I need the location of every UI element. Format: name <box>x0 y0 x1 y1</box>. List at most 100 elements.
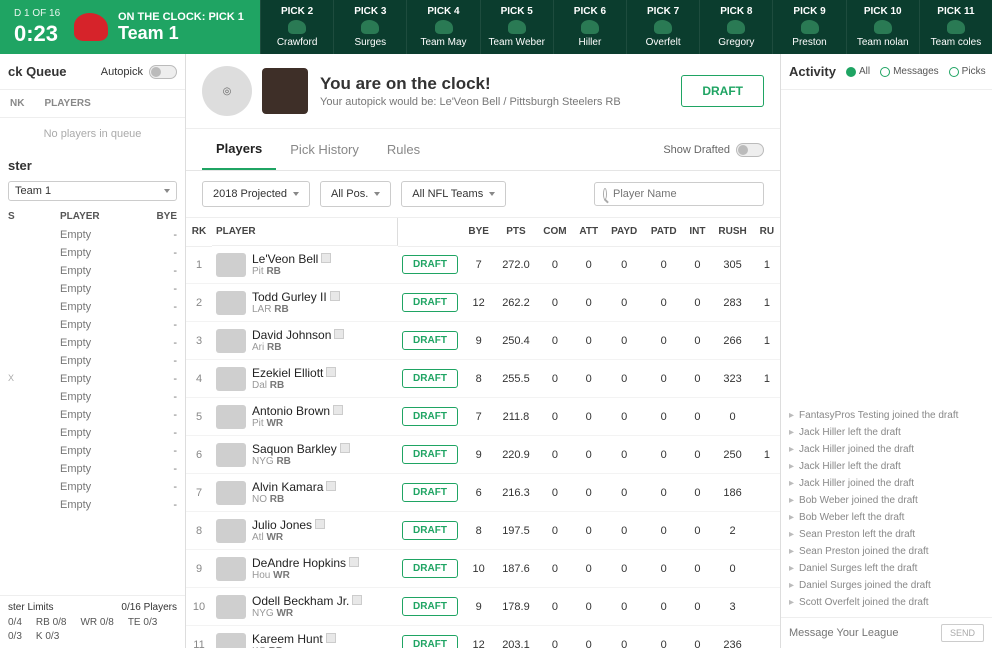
player-row[interactable]: 6 Saquon BarkleyNYG RB DRAFT 9220.900000… <box>186 436 780 474</box>
draft-row-button[interactable]: DRAFT <box>402 445 458 464</box>
player-row[interactable]: 10 Odell Beckham Jr.NYG WR DRAFT 9178.90… <box>186 588 780 626</box>
note-icon[interactable] <box>326 481 336 491</box>
activity-filter-all[interactable]: All <box>846 66 870 77</box>
player-row[interactable]: 7 Alvin KamaraNO RB DRAFT 6216.300000186 <box>186 474 780 512</box>
helmet-icon <box>874 20 892 34</box>
upcoming-pick[interactable]: PICK 6Hiller <box>553 0 626 54</box>
filter-projection[interactable]: 2018 Projected <box>202 181 310 207</box>
note-icon[interactable] <box>340 443 350 453</box>
player-row[interactable]: 5 Antonio BrownPit WR DRAFT 7211.8000000 <box>186 398 780 436</box>
draft-row-button[interactable]: DRAFT <box>402 407 458 426</box>
roster-row: Empty- <box>0 424 185 442</box>
upcoming-pick[interactable]: PICK 11Team coles <box>919 0 992 54</box>
feed-item: ▸Jack Hiller joined the draft <box>789 441 984 458</box>
draft-row-button[interactable]: DRAFT <box>402 521 458 540</box>
arrow-icon: ▸ <box>789 410 794 421</box>
player-name[interactable]: Le'Veon Bell <box>252 252 331 266</box>
helmet-icon <box>508 20 526 34</box>
tab-players[interactable]: Players <box>202 129 276 170</box>
queue-tab-players[interactable]: PLAYERS <box>34 90 100 117</box>
col-pts[interactable]: PTS <box>495 218 536 246</box>
note-icon[interactable] <box>334 329 344 339</box>
col-rk[interactable]: RK <box>186 218 212 246</box>
draft-row-button[interactable]: DRAFT <box>402 635 458 648</box>
col-player[interactable]: PLAYER <box>212 218 398 246</box>
player-name[interactable]: Saquon Barkley <box>252 442 350 456</box>
search-box[interactable] <box>594 182 764 206</box>
draft-button[interactable]: DRAFT <box>681 75 764 107</box>
player-name[interactable]: Alvin Kamara <box>252 480 336 494</box>
col-payd[interactable]: PAYD <box>604 218 644 246</box>
draft-row-button[interactable]: DRAFT <box>402 559 458 578</box>
upcoming-pick[interactable]: PICK 5Team Weber <box>480 0 553 54</box>
helmet-icon <box>288 20 306 34</box>
upcoming-pick[interactable]: PICK 7Overfelt <box>626 0 699 54</box>
draft-row-button[interactable]: DRAFT <box>402 369 458 388</box>
tab-pick-history[interactable]: Pick History <box>276 130 373 169</box>
note-icon[interactable] <box>330 291 340 301</box>
upcoming-pick[interactable]: PICK 10Team nolan <box>846 0 919 54</box>
col-ru[interactable]: RU <box>754 218 780 246</box>
note-icon[interactable] <box>321 253 331 263</box>
upcoming-pick[interactable]: PICK 4Team May <box>406 0 479 54</box>
col-bye[interactable]: BYE <box>462 218 495 246</box>
player-row[interactable]: 2 Todd Gurley IILAR RB DRAFT 12262.20000… <box>186 284 780 322</box>
upcoming-pick[interactable]: PICK 3Surges <box>333 0 406 54</box>
player-name[interactable]: David Johnson <box>252 328 344 342</box>
player-row[interactable]: 11 Kareem HuntKC RB DRAFT 12203.10000023… <box>186 626 780 648</box>
player-row[interactable]: 8 Julio JonesAtl WR DRAFT 8197.5000002 <box>186 512 780 550</box>
send-button[interactable]: SEND <box>941 624 984 642</box>
player-name[interactable]: Todd Gurley II <box>252 290 340 304</box>
col-rush[interactable]: RUSH <box>711 218 753 246</box>
player-name[interactable]: Antonio Brown <box>252 404 343 418</box>
roster-row: Empty- <box>0 298 185 316</box>
roster-team-select[interactable]: Team 1 <box>8 181 177 201</box>
player-name[interactable]: Odell Beckham Jr. <box>252 594 362 608</box>
filter-nflteam[interactable]: All NFL Teams <box>401 181 506 207</box>
upcoming-pick[interactable]: PICK 2Crawford <box>260 0 333 54</box>
player-row[interactable]: 4 Ezekiel ElliottDal RB DRAFT 8255.50000… <box>186 360 780 398</box>
player-row[interactable]: 1 Le'Veon BellPit RB DRAFT 7272.00000030… <box>186 246 780 284</box>
autopick-label: Autopick <box>101 66 143 78</box>
player-avatar <box>262 68 308 114</box>
draft-row-button[interactable]: DRAFT <box>402 293 458 312</box>
note-icon[interactable] <box>349 557 359 567</box>
player-row[interactable]: 9 DeAndre HopkinsHou WR DRAFT 10187.6000… <box>186 550 780 588</box>
roster-row: Empty- <box>0 406 185 424</box>
player-row[interactable]: 3 David JohnsonAri RB DRAFT 9250.4000002… <box>186 322 780 360</box>
note-icon[interactable] <box>333 405 343 415</box>
clock-timer: 0:23 <box>14 21 62 47</box>
col-patd[interactable]: PATD <box>644 218 683 246</box>
compose-input[interactable] <box>789 627 935 639</box>
player-headshot <box>216 367 246 391</box>
upcoming-pick[interactable]: PICK 9Preston <box>772 0 845 54</box>
autopick-toggle[interactable] <box>149 65 177 79</box>
draft-row-button[interactable]: DRAFT <box>402 255 458 274</box>
filter-position[interactable]: All Pos. <box>320 181 391 207</box>
draft-row-button[interactable]: DRAFT <box>402 331 458 350</box>
note-icon[interactable] <box>352 595 362 605</box>
col-com[interactable]: COM <box>537 218 574 246</box>
player-name[interactable]: DeAndre Hopkins <box>252 556 359 570</box>
draft-row-button[interactable]: DRAFT <box>402 597 458 616</box>
note-icon[interactable] <box>326 367 336 377</box>
tab-rules[interactable]: Rules <box>373 130 434 169</box>
search-input[interactable] <box>613 188 755 200</box>
col-int[interactable]: INT <box>683 218 711 246</box>
queue-tabs: NK PLAYERS <box>0 90 185 118</box>
note-icon[interactable] <box>315 519 325 529</box>
show-drafted-toggle[interactable] <box>736 143 764 157</box>
activity-filter-messages[interactable]: Messages <box>880 66 939 77</box>
player-name[interactable]: Kareem Hunt <box>252 632 336 646</box>
roster-title: ster <box>0 150 185 177</box>
upcoming-pick[interactable]: PICK 8Gregory <box>699 0 772 54</box>
draft-row-button[interactable]: DRAFT <box>402 483 458 502</box>
col-att[interactable]: ATT <box>573 218 604 246</box>
note-icon[interactable] <box>326 633 336 643</box>
activity-filter-picks[interactable]: Picks <box>949 66 986 77</box>
queue-tab-rank[interactable]: NK <box>0 90 34 117</box>
player-name[interactable]: Julio Jones <box>252 518 325 532</box>
feed-item: ▸Sean Preston joined the draft <box>789 543 984 560</box>
player-headshot <box>216 405 246 429</box>
player-name[interactable]: Ezekiel Elliott <box>252 366 336 380</box>
